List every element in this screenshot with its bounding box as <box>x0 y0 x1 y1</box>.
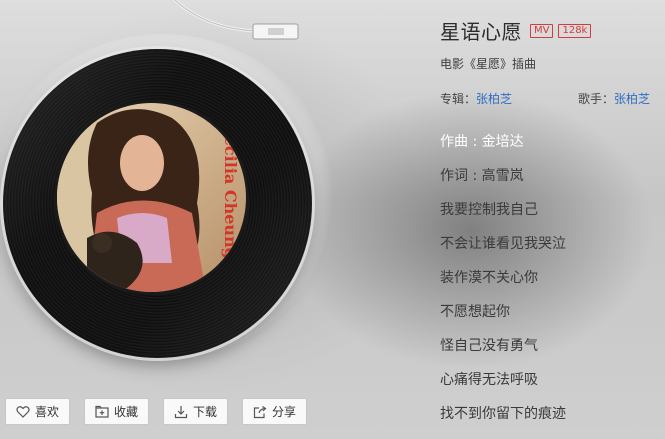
share-icon <box>253 405 267 419</box>
singer-info: 歌手：张柏芝 <box>578 90 650 107</box>
download-button[interactable]: 下载 <box>163 398 229 425</box>
mv-badge[interactable]: MV <box>530 23 554 38</box>
download-label: 下载 <box>193 405 218 419</box>
lyric-line: 作词 : 高雪岚 <box>440 168 524 184</box>
action-bar: 喜欢 收藏 下载 分享 <box>5 398 308 425</box>
lyric-line: 怪自己没有勇气 <box>440 338 538 354</box>
song-info-panel: 星语心愿 MV 128k 电影《星愿》插曲 专辑：张柏芝 歌手：张柏芝 作曲 :… <box>440 0 665 439</box>
lyric-line: 我要控制我自己 <box>440 202 538 218</box>
like-label: 喜欢 <box>35 405 60 419</box>
like-button[interactable]: 喜欢 <box>5 398 71 425</box>
singer-link[interactable]: 张柏芝 <box>614 92 650 106</box>
collect-label: 收藏 <box>114 405 139 419</box>
quality-badge[interactable]: 128k <box>558 23 592 38</box>
share-button[interactable]: 分享 <box>242 398 308 425</box>
share-label: 分享 <box>272 405 297 419</box>
album-link[interactable]: 张柏芝 <box>476 92 512 106</box>
singer-label: 歌手： <box>578 92 615 106</box>
heart-icon <box>16 405 30 419</box>
album-info: 专辑：张柏芝 <box>440 90 512 107</box>
folder-add-icon <box>95 405 109 419</box>
song-title: 星语心愿 <box>440 20 522 44</box>
album-cover: Cecilia Cheung <box>54 100 249 295</box>
lyrics-list[interactable]: 作曲 : 金培达 作词 : 高雪岚 我要控制我自己 不会让谁看见我哭泣 装作漠不… <box>440 132 665 438</box>
collect-button[interactable]: 收藏 <box>84 398 150 425</box>
lyric-line: 不愿想起你 <box>440 304 510 320</box>
record-player: Cecilia Cheung <box>0 0 420 439</box>
lyric-line: 装作漠不关心你 <box>440 270 538 286</box>
download-icon <box>174 405 188 419</box>
lyric-line: 作曲 : 金培达 <box>440 134 524 150</box>
title-row: 星语心愿 MV 128k <box>440 16 592 45</box>
lyric-line: 找不到你留下的痕迹 <box>440 406 566 422</box>
album-label: 专辑： <box>440 92 477 106</box>
tonearm <box>173 0 299 40</box>
lyric-line: 不会让谁看见我哭泣 <box>440 236 566 252</box>
song-subtitle: 电影《星愿》插曲 <box>440 57 537 71</box>
album-cover-image: Cecilia Cheung <box>57 103 246 292</box>
lyric-line: 心痛得无法呼吸 <box>440 372 538 388</box>
